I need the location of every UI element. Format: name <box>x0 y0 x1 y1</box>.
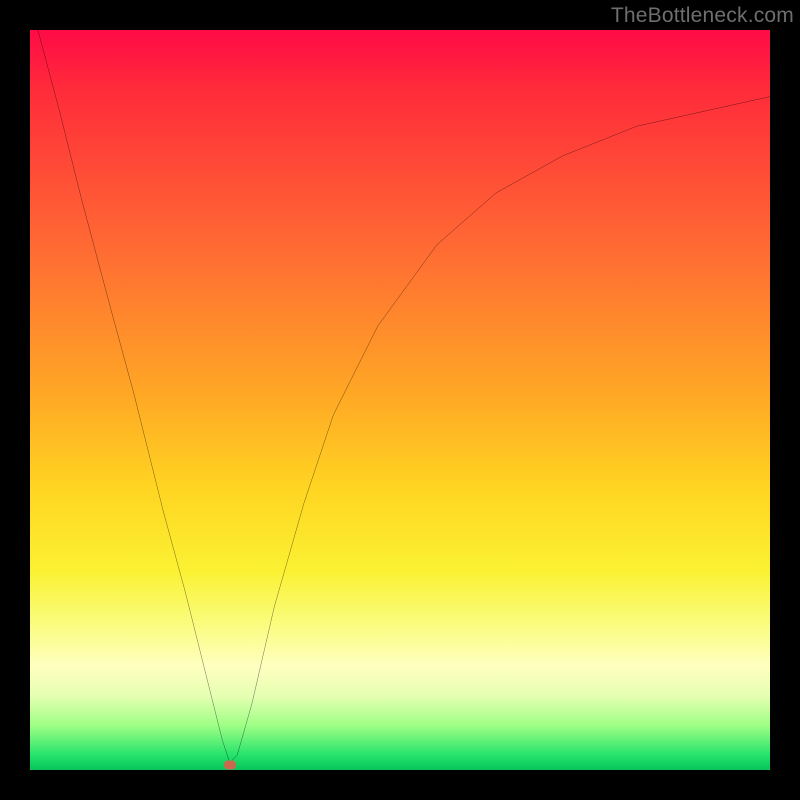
watermark: TheBottleneck.com <box>611 4 794 28</box>
chart-frame: TheBottleneck.com <box>0 0 800 800</box>
plot-area <box>30 30 770 770</box>
bottleneck-curve <box>30 30 770 763</box>
optimal-point-marker <box>224 760 236 769</box>
curve-svg <box>30 30 770 770</box>
